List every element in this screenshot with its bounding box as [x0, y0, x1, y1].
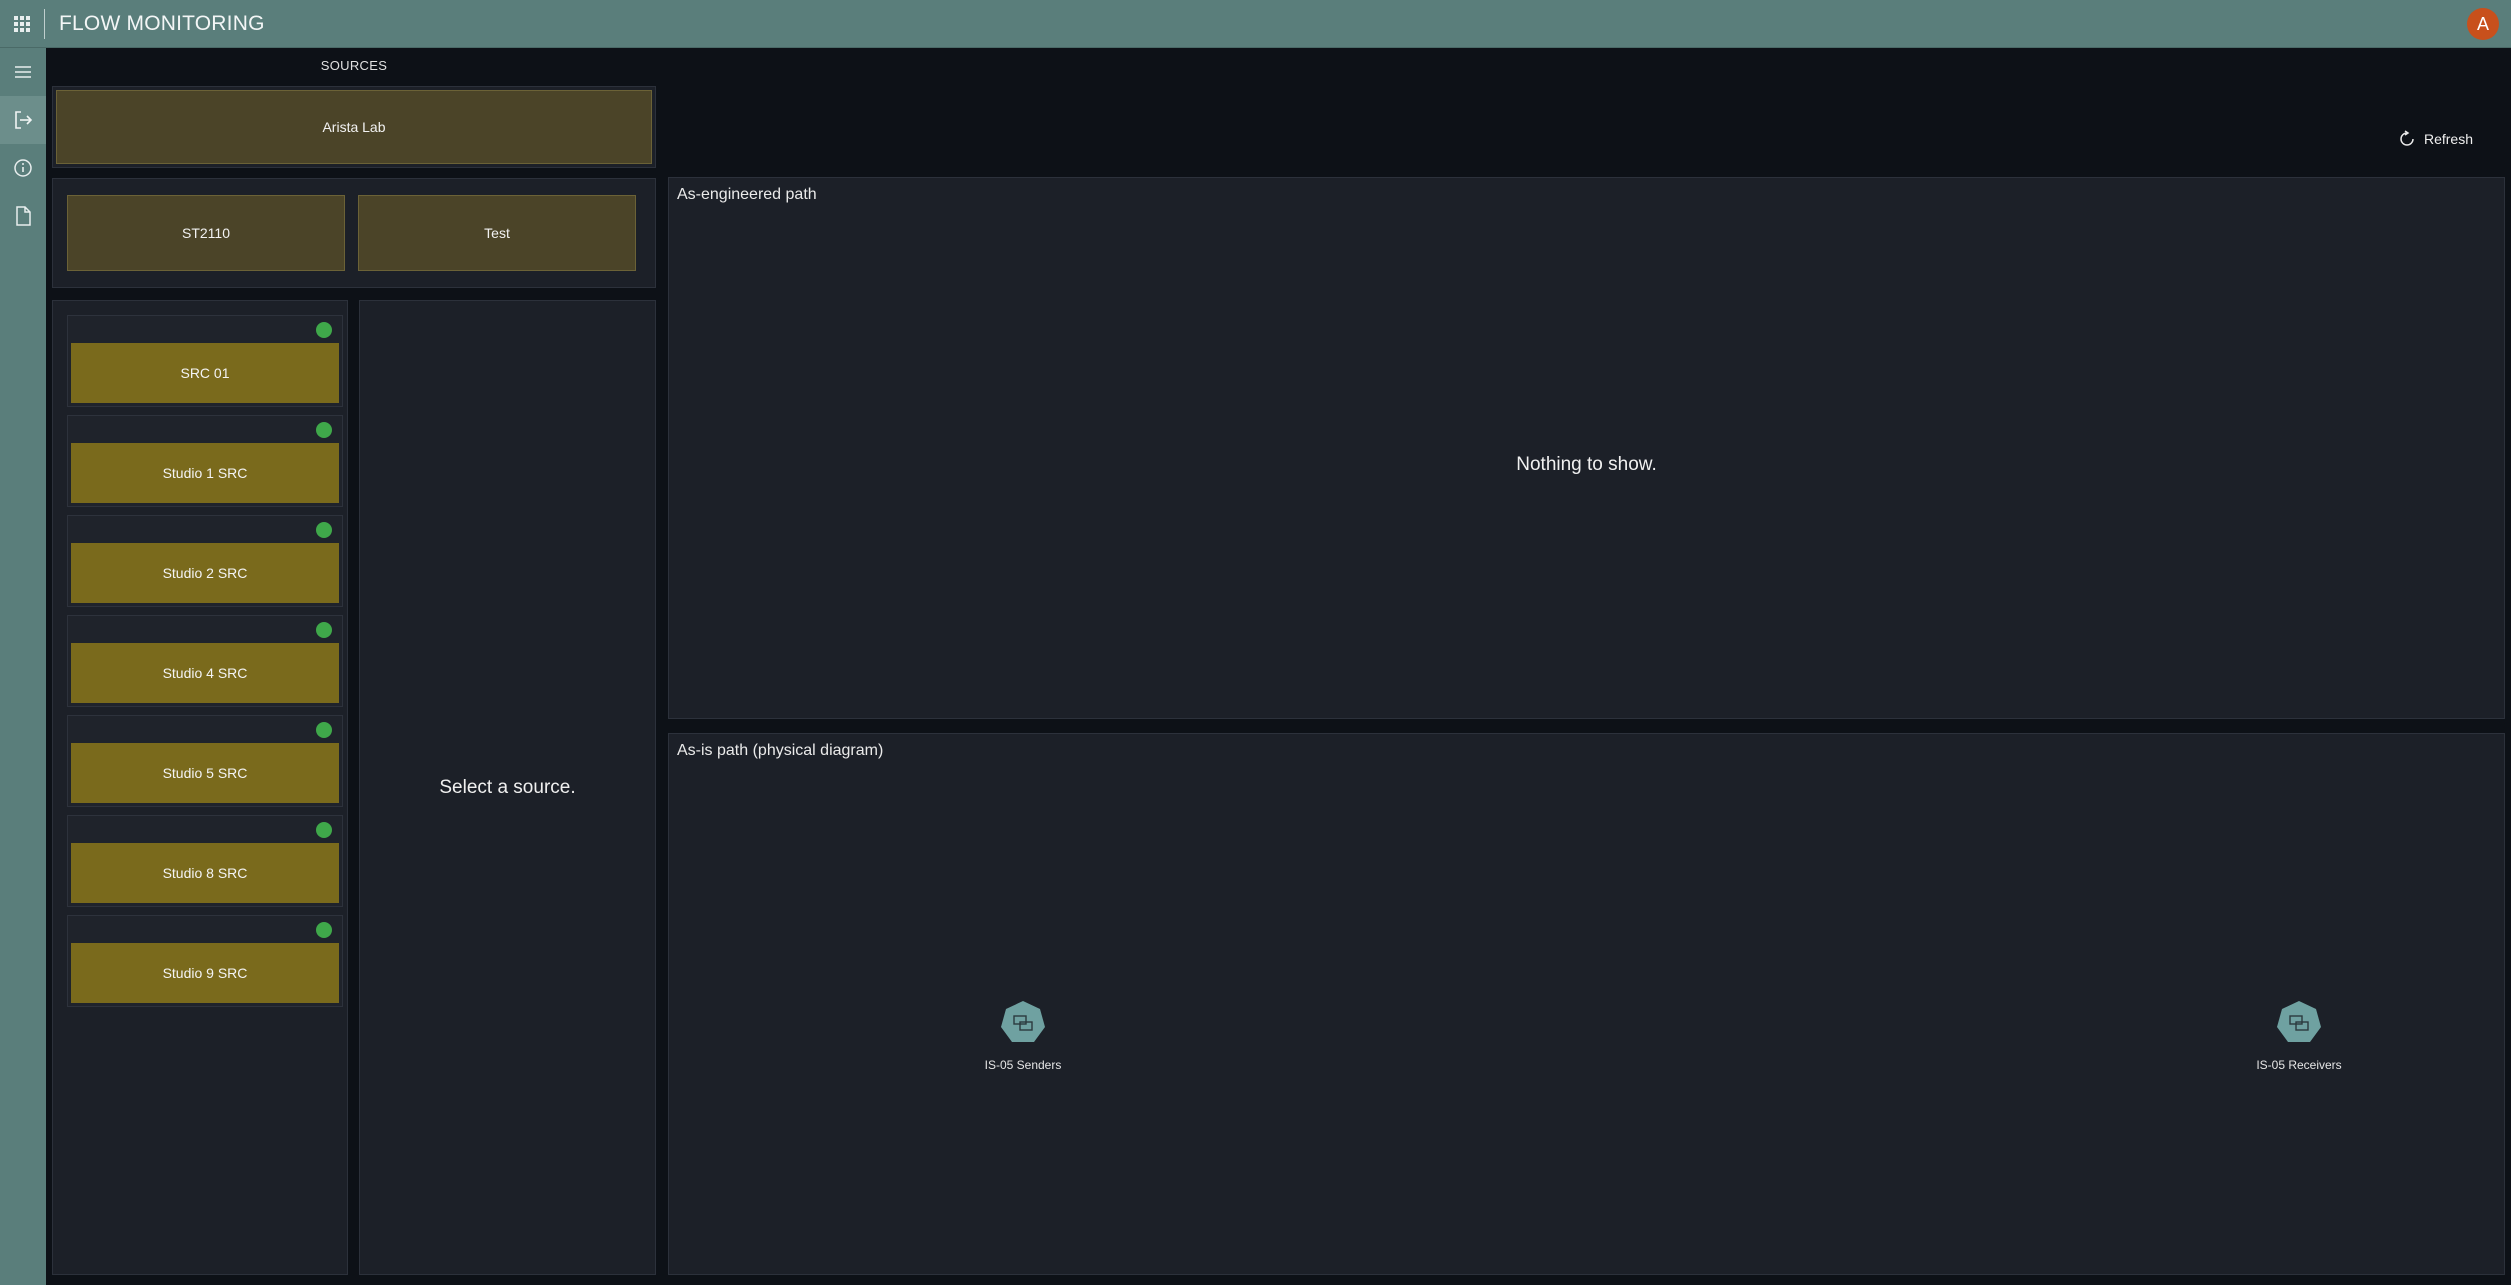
rail-item-flows[interactable]: [0, 96, 46, 144]
list-item: SRC 01: [67, 315, 343, 407]
source-group-button[interactable]: Arista Lab: [56, 90, 652, 164]
select-source-message: Select a source.: [439, 776, 576, 798]
diagram-node-receivers[interactable]: IS-05 Receivers: [2219, 999, 2379, 1072]
source-button[interactable]: SRC 01: [71, 343, 339, 403]
rail-item-info[interactable]: [0, 144, 46, 192]
document-icon: [16, 206, 31, 226]
exit-arrow-icon: [15, 111, 33, 129]
tab-st2110[interactable]: ST2110: [67, 195, 345, 271]
list-item: Studio 1 SRC: [67, 415, 343, 507]
apps-button[interactable]: [0, 0, 44, 48]
source-button[interactable]: Studio 2 SRC: [71, 543, 339, 603]
app-title: FLOW MONITORING: [59, 11, 265, 35]
list-item: Studio 9 SRC: [67, 915, 343, 1007]
refresh-button[interactable]: Refresh: [2398, 130, 2473, 148]
tab-st2110-label: ST2110: [182, 225, 230, 241]
network-node-icon: [2277, 1001, 2321, 1042]
engineered-empty-message: Nothing to show.: [1516, 454, 1657, 475]
hamburger-menu-icon: [15, 66, 31, 78]
node-label: IS-05 Senders: [984, 1058, 1062, 1072]
rail-item-documents[interactable]: [0, 192, 46, 240]
node-label: IS-05 Receivers: [2256, 1058, 2342, 1072]
source-group-label: Arista Lab: [322, 119, 386, 135]
info-icon: [14, 159, 32, 177]
top-bar: FLOW MONITORING A: [0, 0, 2511, 48]
tab-test-label: Test: [484, 225, 510, 241]
status-indicator: [316, 322, 332, 338]
list-item: Studio 8 SRC: [67, 815, 343, 907]
physical-path-panel: As-is path (physical diagram) IS-05 Send…: [668, 733, 2505, 1275]
diagram-node-senders[interactable]: IS-05 Senders: [943, 999, 1103, 1072]
engineered-path-title: As-engineered path: [677, 186, 817, 203]
source-button[interactable]: Studio 8 SRC: [71, 843, 339, 903]
engineered-path-panel: As-engineered path Nothing to show.: [668, 177, 2505, 719]
sources-title: SOURCES: [320, 58, 388, 73]
apps-grid-icon: [14, 15, 30, 32]
source-tabs-panel: ST2110 Test: [52, 178, 656, 288]
status-indicator: [316, 522, 332, 538]
network-node-icon: [1001, 1001, 1045, 1042]
list-item: Studio 2 SRC: [67, 515, 343, 607]
status-indicator: [316, 822, 332, 838]
source-button[interactable]: Studio 5 SRC: [71, 743, 339, 803]
source-group-panel: Arista Lab: [52, 86, 656, 168]
user-avatar[interactable]: A: [2467, 8, 2499, 40]
status-indicator: [316, 922, 332, 938]
header-divider: [44, 8, 45, 39]
source-button[interactable]: Studio 4 SRC: [71, 643, 339, 703]
list-item: Studio 5 SRC: [67, 715, 343, 807]
source-button[interactable]: Studio 9 SRC: [71, 943, 339, 1003]
physical-path-title: As-is path (physical diagram): [677, 742, 884, 759]
refresh-label: Refresh: [2423, 131, 2473, 147]
source-button[interactable]: Studio 1 SRC: [71, 443, 339, 503]
status-indicator: [316, 422, 332, 438]
refresh-icon: [2400, 130, 2414, 146]
status-indicator: [316, 622, 332, 638]
list-item: Studio 4 SRC: [67, 615, 343, 707]
status-indicator: [316, 722, 332, 738]
tab-test[interactable]: Test: [358, 195, 636, 271]
source-detail-panel: Select a source.: [359, 300, 656, 1275]
menu-toggle-button[interactable]: [0, 48, 46, 96]
source-list-panel: SRC 01 Studio 1 SRC Studio 2 SRC Studio …: [52, 300, 348, 1275]
left-rail: [0, 48, 46, 1285]
